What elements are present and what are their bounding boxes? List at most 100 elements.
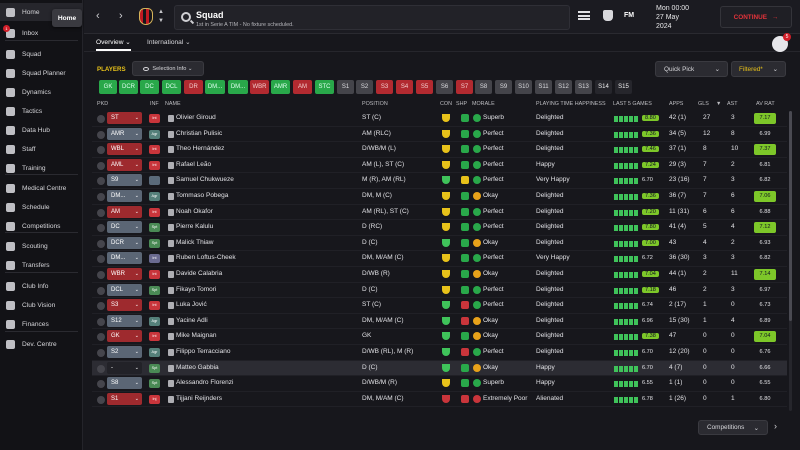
- role-selector[interactable]: S2 ⌄: [107, 346, 142, 358]
- tab-overview[interactable]: Overview ⌄: [96, 38, 131, 51]
- position-filter-amr[interactable]: AMR: [271, 80, 290, 94]
- sidebar-item-schedule[interactable]: Schedule: [0, 198, 83, 216]
- player-name[interactable]: Rafael Leão: [176, 161, 211, 168]
- player-name[interactable]: Alessandro Florenzi: [176, 379, 233, 386]
- table-row[interactable]: S8 ⌄ Spt Alessandro Florenzi D/WB/M (R) Super…: [92, 376, 787, 392]
- player-name[interactable]: Tommaso Pobega: [176, 192, 228, 199]
- player-name[interactable]: Olivier Giroud: [176, 114, 216, 121]
- position-filter-s3[interactable]: S3: [376, 80, 393, 94]
- position-filter-dc[interactable]: DC: [140, 80, 159, 94]
- picked-indicator[interactable]: [97, 317, 105, 326]
- picked-indicator[interactable]: [97, 208, 105, 217]
- role-selector[interactable]: WBR ⌄: [107, 268, 142, 280]
- picked-indicator[interactable]: [97, 115, 105, 123]
- sort-desc-icon[interactable]: ▼: [716, 101, 721, 107]
- player-name[interactable]: Tijjani Reijnders: [176, 395, 222, 402]
- position-filter-dcr[interactable]: DCR: [119, 80, 138, 94]
- next-club-icon[interactable]: ▼: [158, 18, 164, 24]
- picked-indicator[interactable]: [97, 302, 105, 311]
- role-selector[interactable]: DM... ⌄: [107, 190, 142, 202]
- picked-indicator[interactable]: [97, 255, 105, 264]
- table-row[interactable]: S2 ⌄ Agr Filippo Terracciano D/WB (RL), M (R…: [92, 345, 787, 361]
- col-inf[interactable]: INF: [150, 101, 159, 107]
- role-selector[interactable]: S3 ⌄: [107, 299, 142, 312]
- shirt-icon[interactable]: [603, 10, 613, 21]
- sidebar-item-club-info[interactable]: Club Info: [0, 277, 83, 295]
- picked-indicator[interactable]: [97, 177, 105, 186]
- table-row[interactable]: S12 ⌄ Agr Yacine Adli DM, M/AM (C) Okay Deligh…: [92, 314, 787, 330]
- sidebar-item-squad-planner[interactable]: Squad Planner: [0, 64, 83, 82]
- club-crest-icon[interactable]: [139, 8, 153, 25]
- table-row[interactable]: - ⌄ Spt Matteo Gabbia D (C) Okay Happy 6.70 4 (7…: [92, 360, 787, 377]
- previous-club-icon[interactable]: ▲: [158, 9, 164, 15]
- tab-international[interactable]: International ⌄: [147, 38, 191, 46]
- position-filter-s9[interactable]: S9: [495, 80, 512, 94]
- picked-indicator[interactable]: [97, 349, 105, 357]
- position-filter-am[interactable]: AM: [293, 80, 312, 94]
- col-name[interactable]: NAME: [165, 101, 181, 107]
- picked-indicator[interactable]: [97, 224, 105, 233]
- picked-indicator[interactable]: [97, 286, 105, 295]
- player-name[interactable]: Pierre Kalulu: [176, 223, 213, 230]
- col-happiness[interactable]: PLAYING TIME HAPPINESS: [536, 101, 606, 107]
- col-gls[interactable]: GLS: [698, 101, 709, 107]
- table-row[interactable]: WBR ⌄ Int Davide Calabria D/WB (R) Okay Deligh…: [92, 267, 787, 283]
- table-row[interactable]: S3 ⌄ Int Luka Jović ST (C) Perfect Delighted 6.…: [92, 298, 787, 314]
- role-selector[interactable]: WBL ⌄: [107, 143, 142, 156]
- picked-indicator[interactable]: [97, 239, 105, 248]
- sidebar-item-staff[interactable]: Staff: [0, 140, 83, 158]
- filtered-button[interactable]: Filtered* ⌄: [731, 61, 786, 77]
- sidebar-item-scouting[interactable]: Scouting: [0, 237, 83, 255]
- position-filter-wbr[interactable]: WBR: [250, 80, 269, 94]
- position-filter-s8[interactable]: S8: [475, 80, 492, 94]
- role-selector[interactable]: - ⌄: [107, 361, 142, 374]
- player-name[interactable]: Davide Calabria: [176, 270, 222, 277]
- position-filter-s14[interactable]: S14: [595, 80, 612, 94]
- continue-button[interactable]: CONTINUE →: [720, 6, 792, 28]
- position-filter-s13[interactable]: S13: [575, 80, 592, 94]
- position-filter-dm[interactable]: DM...: [228, 80, 248, 94]
- role-selector[interactable]: AM ⌄: [107, 205, 142, 218]
- position-filter-s15[interactable]: S15: [615, 80, 632, 94]
- role-selector[interactable]: AML ⌄: [107, 158, 142, 171]
- position-filter-s2[interactable]: S2: [356, 80, 373, 94]
- sidebar-item-squad[interactable]: Squad: [0, 45, 83, 63]
- player-name[interactable]: Samuel Chukwueze: [176, 176, 234, 183]
- position-filter-s5[interactable]: S5: [416, 80, 433, 94]
- picked-indicator[interactable]: [97, 193, 105, 201]
- col-apps[interactable]: APPS: [669, 101, 683, 107]
- sidebar-item-tactics[interactable]: Tactics: [0, 102, 83, 120]
- role-selector[interactable]: S12 ⌄: [107, 314, 142, 327]
- position-filter-s11[interactable]: S11: [535, 80, 552, 94]
- col-position[interactable]: POSITION: [362, 101, 388, 107]
- player-name[interactable]: Filippo Terracciano: [176, 348, 230, 355]
- role-selector[interactable]: S8 ⌄: [107, 377, 142, 390]
- sidebar-item-data-hub[interactable]: Data Hub: [0, 121, 83, 139]
- picked-indicator[interactable]: [97, 333, 105, 342]
- position-filter-s10[interactable]: S10: [515, 80, 532, 94]
- position-filter-s6[interactable]: S6: [436, 80, 453, 94]
- fm-logo[interactable]: FM: [624, 12, 634, 19]
- role-selector[interactable]: S1 ⌄: [107, 392, 142, 405]
- table-row[interactable]: DCR ⌄ Spt Malick Thiaw D (C) Okay Delighted 7.0…: [92, 236, 787, 252]
- picked-indicator[interactable]: [97, 271, 105, 279]
- col-con[interactable]: CON: [440, 101, 452, 107]
- role-selector[interactable]: GK ⌄: [107, 330, 142, 343]
- picked-indicator[interactable]: [97, 130, 105, 139]
- col-shp[interactable]: SHP: [456, 101, 467, 107]
- scrollbar-thumb[interactable]: [789, 111, 792, 321]
- picked-indicator[interactable]: [97, 161, 105, 170]
- picked-indicator[interactable]: [97, 380, 105, 389]
- col-last5[interactable]: LAST 5 GAMES: [613, 101, 652, 107]
- next-page-arrow-icon[interactable]: ›: [774, 421, 777, 431]
- position-filter-dm[interactable]: DM...: [205, 80, 225, 94]
- table-row[interactable]: S9 ⌄ Samuel Chukwueze M (R), AM (RL) Perfect…: [92, 173, 787, 189]
- player-name[interactable]: Christian Pulisic: [176, 130, 222, 137]
- role-selector[interactable]: S9 ⌄: [107, 174, 142, 187]
- scrollbar[interactable]: [789, 111, 792, 411]
- position-filter-s7[interactable]: S7: [456, 80, 473, 94]
- col-ast[interactable]: AST: [727, 101, 737, 107]
- role-selector[interactable]: DC ⌄: [107, 221, 142, 234]
- back-arrow-icon[interactable]: ‹: [96, 10, 100, 22]
- picked-indicator[interactable]: [97, 146, 105, 155]
